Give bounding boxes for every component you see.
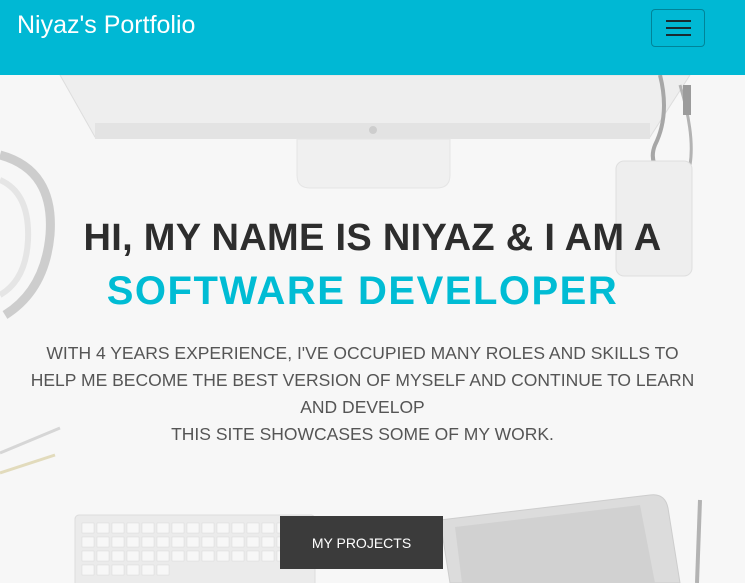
desk-background-image xyxy=(0,75,745,583)
hamburger-menu-icon xyxy=(666,20,691,22)
hero-section xyxy=(0,75,745,583)
navbar-toggle-button[interactable] xyxy=(651,9,705,47)
description-line: THIS SITE SHOWCASES SOME OF MY WORK. xyxy=(171,424,554,444)
hamburger-menu-icon-bar xyxy=(666,27,691,29)
description-line: AND DEVELOP xyxy=(300,397,425,417)
brand-link[interactable]: Niyaz's Portfolio xyxy=(17,9,195,41)
hero-description: WITH 4 YEARS EXPERIENCE, I'VE OCCUPIED M… xyxy=(10,340,715,448)
my-projects-button[interactable]: MY PROJECTS xyxy=(280,516,443,569)
hero-headline: HI, MY NAME IS NIYAZ & I AM A xyxy=(83,217,662,259)
description-line: WITH 4 YEARS EXPERIENCE, I'VE OCCUPIED M… xyxy=(46,343,679,363)
hamburger-menu-icon-bar xyxy=(666,34,691,36)
navbar: Niyaz's Portfolio xyxy=(0,0,745,75)
description-line: HELP ME BECOME THE BEST VERSION OF MYSEL… xyxy=(30,370,695,390)
hero-subheadline: SOFTWARE DEVELOPER xyxy=(106,269,619,313)
